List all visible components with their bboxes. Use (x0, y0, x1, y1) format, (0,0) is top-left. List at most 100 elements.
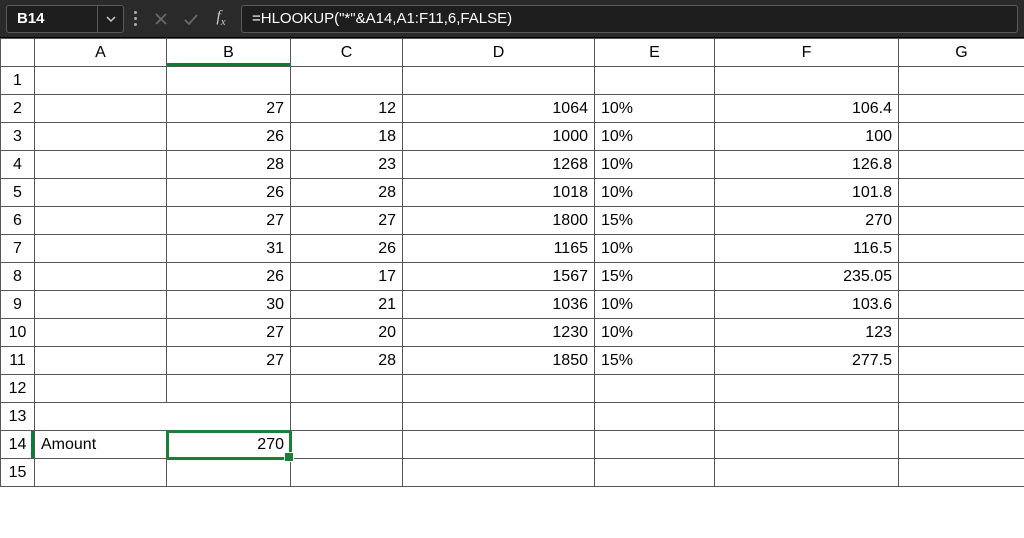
col-header-B[interactable]: B (167, 39, 291, 67)
header-items[interactable]: Items Sold (291, 67, 403, 95)
cell-revenue[interactable]: 1800 (403, 207, 595, 235)
cell-empty[interactable] (35, 459, 167, 487)
col-header-D[interactable]: D (403, 39, 595, 67)
cell-empty[interactable] (899, 403, 1024, 431)
cell-empty[interactable] (403, 375, 595, 403)
cell-days[interactable]: 26 (167, 263, 291, 291)
cell-total[interactable]: 103.6 (715, 291, 899, 319)
cell-empty[interactable] (899, 459, 1024, 487)
cell-empty[interactable] (899, 375, 1024, 403)
cell-empty[interactable] (167, 459, 291, 487)
row-header-11[interactable]: 11 (1, 347, 35, 375)
cell-commission[interactable]: 10% (595, 235, 715, 263)
row-header-4[interactable]: 4 (1, 151, 35, 179)
cell-empty[interactable] (403, 431, 595, 459)
cell-name[interactable]: Eugene (35, 291, 167, 319)
header-name[interactable]: Name (35, 67, 167, 95)
cell-empty[interactable] (403, 403, 595, 431)
row-header-2[interactable]: 2 (1, 95, 35, 123)
cell-items[interactable]: 23 (291, 151, 403, 179)
cell-revenue[interactable]: 1064 (403, 95, 595, 123)
cell-empty[interactable] (715, 403, 899, 431)
cell-revenue[interactable]: 1000 (403, 123, 595, 151)
cancel-formula-button[interactable] (147, 5, 175, 33)
cell-empty[interactable] (899, 95, 1024, 123)
cell-commission[interactable]: 10% (595, 319, 715, 347)
cell-empty[interactable] (291, 431, 403, 459)
cell-empty[interactable] (899, 431, 1024, 459)
cell-empty[interactable] (291, 403, 403, 431)
cell-revenue[interactable]: 1268 (403, 151, 595, 179)
cell-days[interactable]: 26 (167, 179, 291, 207)
cell-commission[interactable]: 15% (595, 207, 715, 235)
cell-items[interactable]: 27 (291, 207, 403, 235)
cell-days[interactable]: 26 (167, 123, 291, 151)
row-header-14[interactable]: 14 (1, 431, 35, 459)
cell-empty[interactable] (291, 375, 403, 403)
cell-days[interactable]: 27 (167, 207, 291, 235)
col-header-E[interactable]: E (595, 39, 715, 67)
cell-total[interactable]: 277.5 (715, 347, 899, 375)
cell-empty[interactable] (899, 123, 1024, 151)
cell-empty[interactable] (595, 403, 715, 431)
cell-commission[interactable]: 15% (595, 263, 715, 291)
row-header-3[interactable]: 3 (1, 123, 35, 151)
cell-days[interactable]: 31 (167, 235, 291, 263)
cell-items[interactable]: 20 (291, 319, 403, 347)
cell-empty[interactable] (715, 375, 899, 403)
cell-revenue[interactable]: 1850 (403, 347, 595, 375)
cell-empty[interactable] (899, 347, 1024, 375)
row-header-7[interactable]: 7 (1, 235, 35, 263)
cell-items[interactable]: 21 (291, 291, 403, 319)
cell-total[interactable]: 126.8 (715, 151, 899, 179)
name-box-input[interactable] (7, 6, 97, 32)
cell-empty[interactable] (715, 431, 899, 459)
lookup-label[interactable]: Amount (35, 431, 167, 459)
cell-name[interactable]: Damien (35, 123, 167, 151)
cell-empty[interactable] (899, 291, 1024, 319)
cell-items[interactable]: 28 (291, 347, 403, 375)
cell-empty[interactable] (899, 179, 1024, 207)
col-header-C[interactable]: C (291, 39, 403, 67)
cell-days[interactable]: 27 (167, 319, 291, 347)
cell-items[interactable]: 28 (291, 179, 403, 207)
row-header-1[interactable]: 1 (1, 67, 35, 95)
cell-name[interactable]: Harry (35, 263, 167, 291)
cell-name[interactable]: Lily (35, 347, 167, 375)
cell-commission[interactable]: 10% (595, 151, 715, 179)
name-box-dropdown[interactable] (97, 6, 123, 32)
header-commission[interactable]: Commission (595, 67, 715, 95)
row-header-9[interactable]: 9 (1, 291, 35, 319)
cell-days[interactable]: 28 (167, 151, 291, 179)
cell-empty[interactable] (899, 263, 1024, 291)
cell-days[interactable]: 27 (167, 95, 291, 123)
cell-items[interactable]: 18 (291, 123, 403, 151)
insert-function-button[interactable]: fx (207, 5, 235, 33)
cell-name[interactable]: Yara (35, 95, 167, 123)
cell-revenue[interactable]: 1165 (403, 235, 595, 263)
cell-items[interactable]: 17 (291, 263, 403, 291)
header-days[interactable]: Days Present (167, 67, 291, 95)
formula-bar-input[interactable] (241, 5, 1018, 33)
cell-empty[interactable] (167, 375, 291, 403)
cell-empty[interactable] (899, 151, 1024, 179)
cell-total[interactable]: 123 (715, 319, 899, 347)
row-header-12[interactable]: 12 (1, 375, 35, 403)
row-header-6[interactable]: 6 (1, 207, 35, 235)
cell-revenue[interactable]: 1230 (403, 319, 595, 347)
cell-commission[interactable]: 15% (595, 347, 715, 375)
header-total[interactable]: Total Amount (715, 67, 899, 95)
cell-items[interactable]: 26 (291, 235, 403, 263)
cell-revenue[interactable]: 1036 (403, 291, 595, 319)
cell-empty[interactable] (595, 375, 715, 403)
row-header-5[interactable]: 5 (1, 179, 35, 207)
cell-total[interactable]: 100 (715, 123, 899, 151)
cell-total[interactable]: 270 (715, 207, 899, 235)
lookup-value[interactable]: 270 (167, 431, 291, 459)
cell-commission[interactable]: 10% (595, 95, 715, 123)
cell-name[interactable]: Demi (35, 151, 167, 179)
cell-days[interactable]: 27 (167, 347, 291, 375)
lookup-header[interactable]: Beatrice (35, 403, 291, 431)
cell-revenue[interactable]: 1018 (403, 179, 595, 207)
cell-empty[interactable] (595, 459, 715, 487)
